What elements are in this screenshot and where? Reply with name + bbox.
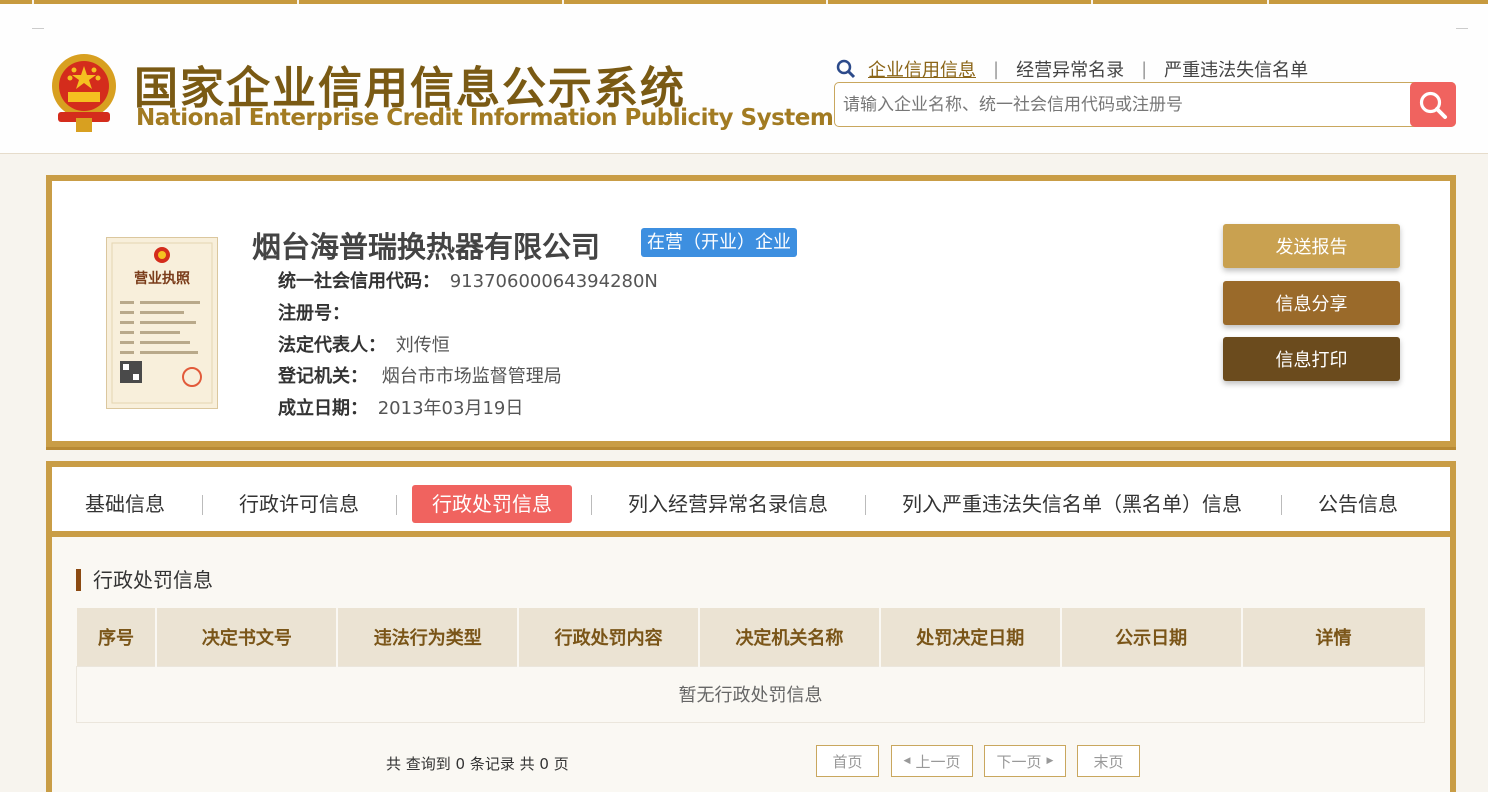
send-report-button[interactable]: 发送报告 [1223,224,1400,268]
business-license-icon: 营业执照 [106,237,218,409]
company-card: 营业执照 烟台海普瑞换热器有限公司 在营（开业）企业 统一社会信用代码： 913… [46,175,1456,450]
col-publish-date: 公示日期 [1060,608,1243,666]
caret-left-icon: ◀ [903,756,911,766]
nav-separator: | [1141,58,1148,80]
tab-basic-info[interactable]: 基础信息 [85,485,165,523]
status-badge: 在营（开业）企业 [641,228,797,257]
col-penalty-content: 行政处罚内容 [518,608,701,666]
tab-separator [202,495,203,515]
pagination-summary: 共 查询到 0 条记录 共 0 页 [386,755,569,773]
corner-tick [32,28,44,29]
penalty-table: 序号 决定书文号 违法行为类型 行政处罚内容 决定机关名称 处罚决定日期 公示日… [76,608,1425,723]
authority-value: 烟台市市场监督管理局 [381,366,562,387]
legal-rep-value: 刘传恒 [395,335,450,356]
search-icon [1419,91,1447,119]
site-header: 国家企业信用信息公示系统 National Enterprise Credit … [0,4,1488,154]
prev-page-label: 上一页 [915,752,961,771]
credit-code-value: 91370600064394280N [449,271,658,292]
prev-page-button[interactable]: ◀ 上一页 [891,745,973,777]
last-page-button[interactable]: 末页 [1077,745,1140,777]
col-details: 详情 [1241,608,1425,666]
caret-right-icon: ▶ [1046,756,1054,766]
tab-admin-penalty[interactable]: 行政处罚信息 [412,485,572,523]
corner-tick [1456,28,1468,29]
search-input[interactable] [843,83,1403,126]
legal-rep-label: 法定代表人： [278,335,386,356]
tab-abnormal-list[interactable]: 列入经营异常名录信息 [628,485,828,523]
founded-label: 成立日期： [278,398,368,419]
nav-credit-info[interactable]: 企业信用信息 [868,56,976,82]
col-decision-no: 决定书文号 [156,608,339,666]
next-page-label: 下一页 [996,752,1042,771]
share-info-button[interactable]: 信息分享 [1223,281,1400,325]
nav-abnormal-list[interactable]: 经营异常名录 [1016,56,1124,82]
reg-no-label: 注册号： [278,303,350,324]
search-button[interactable] [1410,82,1456,127]
credit-code-label: 统一社会信用代码： [278,271,440,292]
last-page-label: 末页 [1093,752,1124,771]
tab-announcements[interactable]: 公告信息 [1318,485,1398,523]
table-header-row: 序号 决定书文号 违法行为类型 行政处罚内容 决定机关名称 处罚决定日期 公示日… [76,608,1425,666]
tab-separator [591,495,592,515]
tab-separator [865,495,866,515]
legal-rep-row: 法定代表人： 刘传恒 [278,331,450,357]
tab-admin-license[interactable]: 行政许可信息 [239,485,359,523]
nav-separator: | [993,58,1000,80]
empty-message: 暂无行政处罚信息 [76,665,1425,723]
first-page-label: 首页 [832,752,863,771]
authority-label: 登记机关： [278,366,368,387]
site-title-en: National Enterprise Credit Information P… [136,105,834,131]
tab-blacklist[interactable]: 列入严重违法失信名单（黑名单）信息 [902,485,1242,523]
tab-separator [1281,495,1282,515]
nav-blacklist[interactable]: 严重违法失信名单 [1164,56,1308,82]
first-page-button[interactable]: 首页 [816,745,879,777]
print-info-button[interactable]: 信息打印 [1223,337,1400,381]
section-title: 行政处罚信息 [76,569,213,591]
detail-panel: 基础信息 行政许可信息 行政处罚信息 列入经营异常名录信息 列入严重违法失信名单… [46,461,1456,792]
national-emblem-icon [52,54,116,132]
col-authority-name: 决定机关名称 [699,608,881,666]
tab-bar: 基础信息 行政许可信息 行政处罚信息 列入经营异常名录信息 列入严重违法失信名单… [52,467,1450,537]
tab-separator [396,495,397,515]
search-type-nav: 企业信用信息 | 经营异常名录 | 严重违法失信名单 [836,56,1308,82]
authority-row: 登记机关： 烟台市市场监督管理局 [278,362,562,388]
company-name: 烟台海普瑞换热器有限公司 [252,230,601,264]
table-row: 暂无行政处罚信息 [76,665,1425,723]
col-violation-type: 违法行为类型 [337,608,520,666]
license-title: 营业执照 [134,270,190,287]
col-decision-date: 处罚决定日期 [879,608,1062,666]
credit-code-row: 统一社会信用代码： 91370600064394280N [278,267,658,293]
reg-no-row: 注册号： [278,299,350,325]
magnifier-icon [836,59,856,79]
search-box [834,82,1456,127]
next-page-button[interactable]: 下一页 ▶ [984,745,1066,777]
col-index: 序号 [76,608,158,666]
founded-value: 2013年03月19日 [377,398,524,419]
founded-row: 成立日期： 2013年03月19日 [278,394,523,420]
